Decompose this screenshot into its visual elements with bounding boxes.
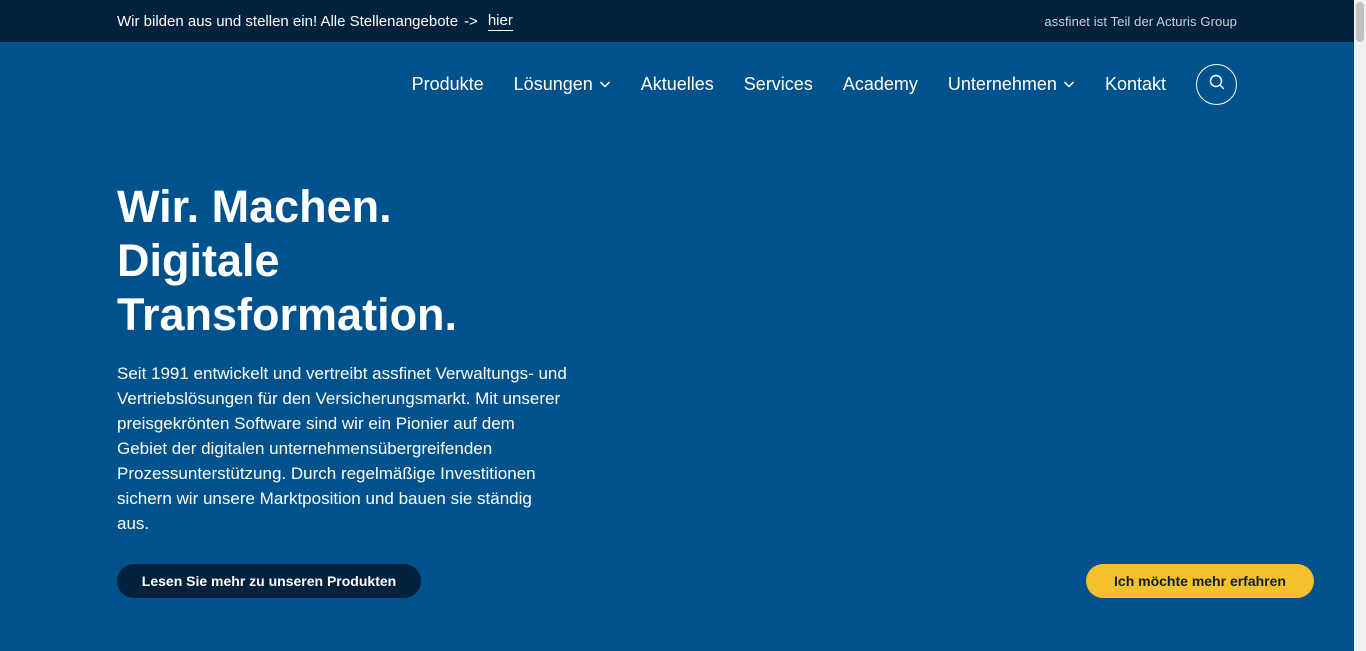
hero-description: Seit 1991 entwickelt und vertreibt assfi… <box>117 364 567 533</box>
nav-item-produkte[interactable]: Produkte <box>412 74 484 95</box>
nav-item-academy[interactable]: Academy <box>843 74 918 95</box>
arrow-text: -> <box>464 12 478 30</box>
jobs-text: Wir bilden aus und stellen ein! Alle Ste… <box>117 12 459 30</box>
nav-item-unternehmen[interactable]: Unternehmen <box>948 74 1075 95</box>
hero-title-line: Digitale <box>117 235 280 286</box>
top-announcement-bar: Wir bilden aus und stellen ein! Alle Ste… <box>0 0 1354 42</box>
nav-item-aktuelles[interactable]: Aktuelles <box>641 74 714 95</box>
nav-item-label: Aktuelles <box>640 73 714 94</box>
nav-item-label: Unternehmen <box>947 73 1057 94</box>
group-affiliation-text: assfinet ist Teil der Acturis Group <box>1044 13 1237 29</box>
nav-item-services[interactable]: Services <box>744 74 813 95</box>
nav-item-label: Produkte <box>411 73 484 94</box>
scrollbar[interactable] <box>1354 0 1366 651</box>
chevron-down-icon <box>599 78 611 90</box>
nav-item-label: Services <box>743 73 813 94</box>
nav-item-loesungen[interactable]: Lösungen <box>514 74 611 95</box>
page: Wir bilden aus und stellen ein! Alle Ste… <box>0 0 1366 651</box>
nav-item-label: Academy <box>842 73 918 94</box>
nav-item-label: Kontakt <box>1104 73 1166 94</box>
jobs-announcement: Wir bilden aus und stellen ein! Alle Ste… <box>117 12 513 31</box>
main-navigation: Produkte Lösungen Aktuelles Services Aca… <box>412 63 1237 105</box>
nav-item-label: Lösungen <box>513 73 593 94</box>
scrollbar-thumb[interactable] <box>1356 2 1364 42</box>
hero-title-line: Transformation. <box>117 289 458 340</box>
nav-item-kontakt[interactable]: Kontakt <box>1105 74 1166 95</box>
hero-title-line: Wir. Machen. <box>117 181 392 232</box>
hero-title: Wir. Machen. Digitale Transformation. <box>117 180 597 342</box>
products-button[interactable]: Lesen Sie mehr zu unseren Produkten <box>117 564 421 598</box>
search-button[interactable] <box>1196 63 1237 105</box>
chevron-down-icon <box>1063 78 1075 90</box>
search-icon <box>1208 73 1226 96</box>
jobs-link[interactable]: hier <box>487 12 513 31</box>
learn-more-button[interactable]: Ich möchte mehr erfahren <box>1086 564 1314 598</box>
